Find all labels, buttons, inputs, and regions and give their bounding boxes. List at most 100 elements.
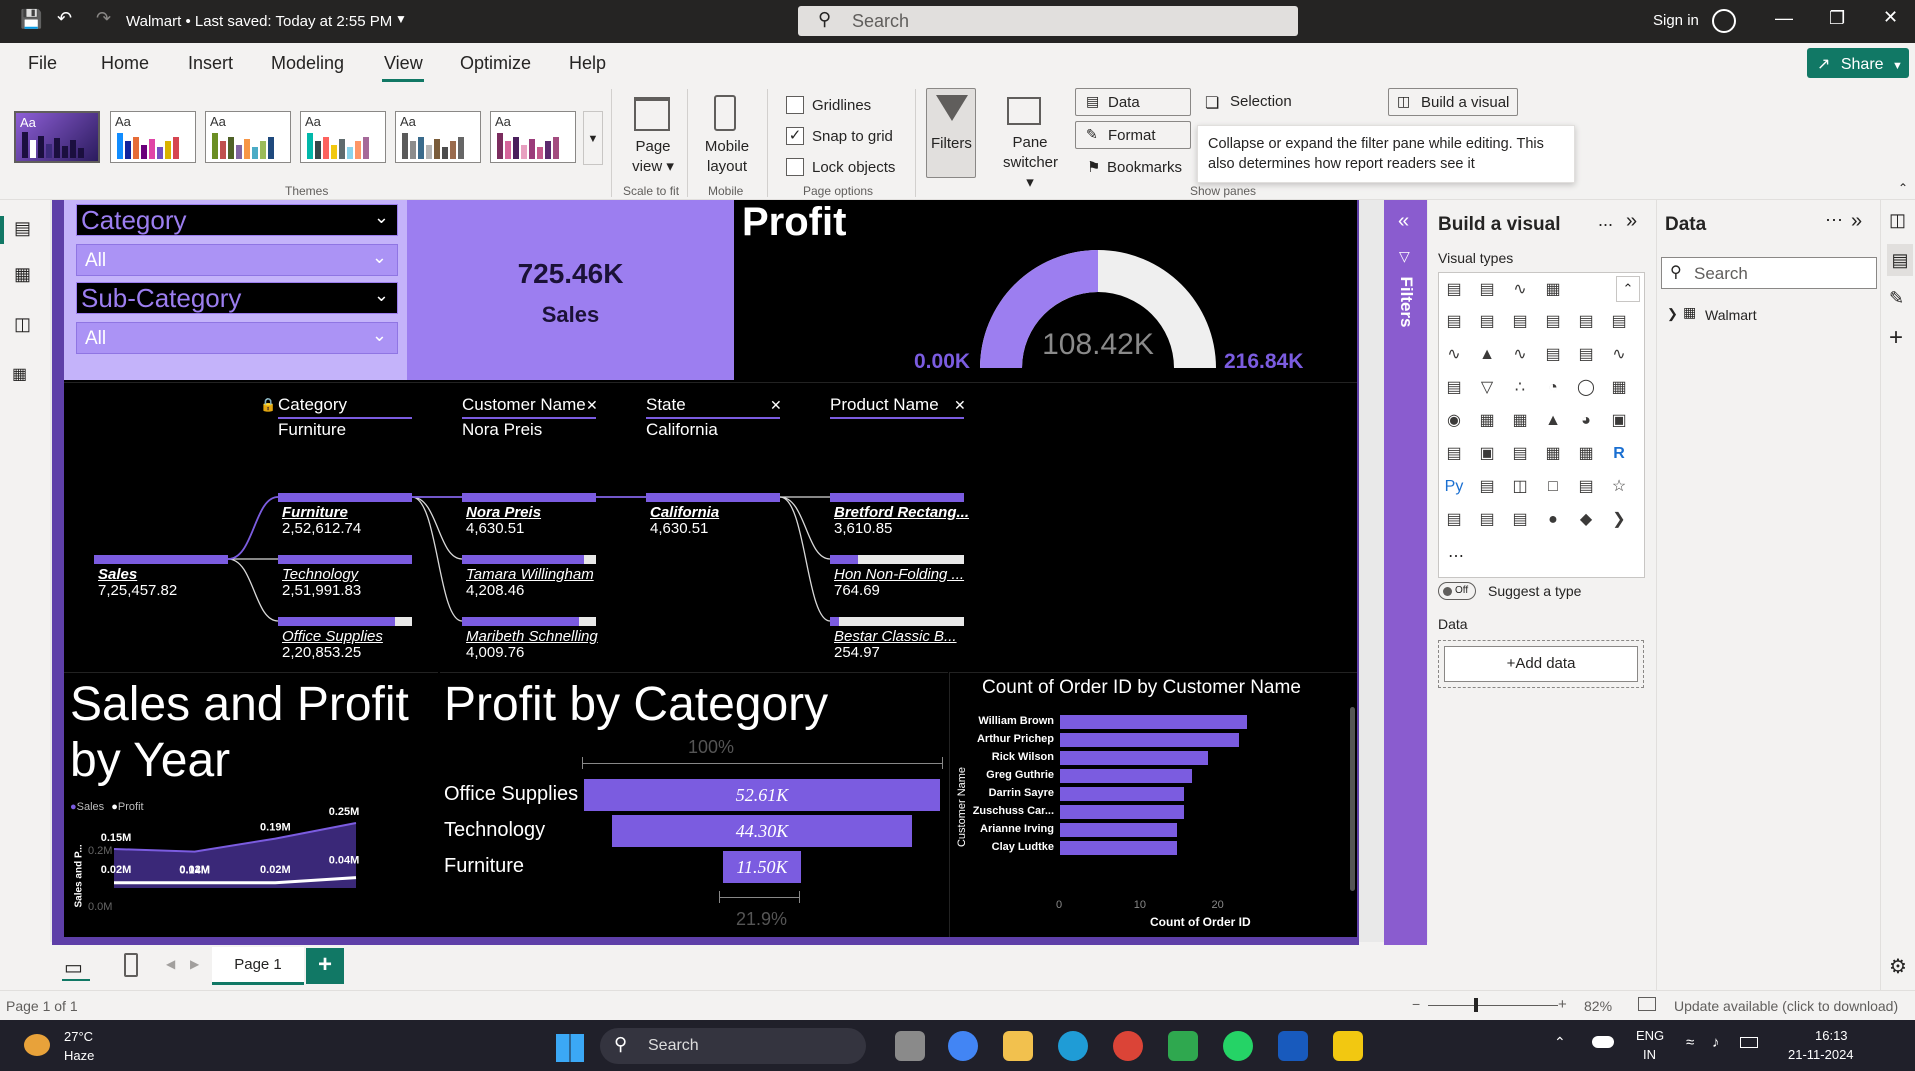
visual-type-icon[interactable]: ▤ — [1574, 310, 1598, 334]
line-icon[interactable]: ∿ — [1508, 278, 1532, 302]
visual-type-icon[interactable]: ▤ — [1442, 376, 1466, 400]
visual-type-icon[interactable]: ▤ — [1442, 442, 1466, 466]
visual-type-icon[interactable]: ▤ — [1541, 343, 1565, 367]
add-data-button[interactable]: +Add data — [1444, 646, 1638, 682]
build-visual-icon[interactable]: ▤ — [1887, 244, 1913, 276]
chrome-remote-icon[interactable] — [948, 1031, 978, 1061]
bar[interactable] — [1060, 733, 1239, 747]
visual-type-icon[interactable]: ▤ — [1607, 310, 1631, 334]
decomposition-tree[interactable]: 🔒 Category Furniture Customer Name ✕ Nor… — [64, 382, 1357, 672]
more-options-icon[interactable]: ... — [1598, 210, 1613, 231]
next-page-icon[interactable]: ▶ — [190, 957, 199, 971]
zoom-in-icon[interactable]: + — [1558, 996, 1567, 1013]
decomp-node[interactable]: California 4,630.51 — [650, 505, 790, 537]
visual-type-icon[interactable]: ▤ — [1442, 310, 1466, 334]
windows-start-icon[interactable] — [556, 1034, 584, 1062]
fit-page-icon[interactable] — [1638, 997, 1656, 1011]
funnel-bar[interactable]: 52.61K — [584, 779, 940, 811]
visual-type-icon[interactable]: ◔ — [1541, 376, 1565, 400]
visual-type-icon[interactable]: ∴ — [1508, 376, 1532, 400]
save-icon[interactable]: 💾 — [20, 9, 42, 30]
maximize-icon[interactable]: ❐ — [1829, 8, 1845, 29]
share-button[interactable]: ↗ Share ▼ — [1807, 48, 1909, 78]
report-view-icon[interactable] — [0, 216, 4, 244]
sign-in-link[interactable]: Sign in — [1653, 12, 1699, 29]
visual-type-icon[interactable]: ▲ — [1541, 409, 1565, 433]
decomp-node[interactable]: Maribeth Schnelling 4,009.76 — [466, 629, 606, 661]
data-pane-icon[interactable]: ◫ — [1889, 210, 1906, 231]
build-visual-button[interactable]: ◫ Build a visual — [1388, 88, 1518, 116]
mobile-layout-button[interactable]: Mobile layout — [700, 137, 754, 177]
profit-by-category-funnel[interactable]: Profit by Category 100% Office Supplies 5… — [440, 672, 948, 937]
visual-type-icon[interactable]: ▤ — [1475, 310, 1499, 334]
funnel-bar[interactable]: 44.30K — [612, 815, 912, 847]
visual-type-icon[interactable]: ◕ — [1574, 409, 1598, 433]
theme-swatch-4[interactable]: Aa — [300, 111, 386, 163]
theme-swatch-2[interactable]: Aa — [110, 111, 196, 163]
themes-expand-icon[interactable]: ▼ — [583, 111, 603, 165]
decomp-node-bar[interactable] — [830, 493, 964, 502]
visual-type-icon[interactable]: □ — [1541, 475, 1565, 499]
model-view-icon[interactable]: ◫ — [14, 314, 31, 335]
decomp-node-bar[interactable] — [462, 617, 579, 626]
visual-type-icon[interactable]: ❯ — [1607, 508, 1631, 532]
bar[interactable] — [1060, 805, 1185, 819]
visual-type-icon[interactable]: ▽ — [1475, 376, 1499, 400]
decomp-node[interactable]: Office Supplies 2,20,853.25 — [282, 629, 422, 661]
visual-type-icon[interactable]: ▲ — [1475, 343, 1499, 367]
bar[interactable] — [1060, 841, 1177, 855]
visual-type-icon[interactable]: ▤ — [1442, 508, 1466, 532]
visual-type-icon[interactable]: ▦ — [1508, 409, 1532, 433]
visual-type-icon[interactable]: ∿ — [1508, 343, 1532, 367]
visual-type-icon[interactable]: ▤ — [1541, 310, 1565, 334]
task-view-icon[interactable] — [895, 1031, 925, 1061]
decomp-node[interactable]: Nora Preis 4,630.51 — [466, 505, 606, 537]
decomp-node[interactable]: Tamara Willingham 4,208.46 — [466, 567, 606, 599]
decomp-node-bar[interactable] — [462, 493, 596, 502]
selection-button[interactable]: Selection — [1230, 93, 1292, 110]
decomp-node[interactable]: Furniture 2,52,612.74 — [282, 505, 422, 537]
collapse-pane-icon[interactable]: » — [1626, 210, 1637, 233]
edge-icon[interactable] — [1058, 1031, 1088, 1061]
chevron-right-icon[interactable]: ❯ — [1667, 306, 1678, 322]
filters-pane-collapsed[interactable]: « ▽ Filters — [1384, 200, 1427, 945]
theme-swatch-1[interactable]: Aa — [14, 111, 100, 163]
table-icon[interactable]: ▦ — [1541, 278, 1565, 302]
table-walmart[interactable]: Walmart — [1705, 307, 1757, 323]
visual-type-icon[interactable]: ▤ — [1508, 508, 1532, 532]
snap-to-grid-checkbox[interactable]: ✓ — [786, 127, 804, 145]
decomp-node-bar[interactable] — [462, 555, 584, 564]
decomp-node-bar[interactable] — [278, 555, 412, 564]
sales-profit-line-chart[interactable]: Sales and Profit by Year ●Sales ●Profit … — [64, 672, 438, 937]
clustered-bar-icon[interactable]: ▤ — [1475, 278, 1499, 302]
visual-type-icon[interactable]: ∿ — [1442, 343, 1466, 367]
battery-icon[interactable] — [1740, 1037, 1758, 1048]
file-title[interactable]: Walmart • Last saved: Today at 2:55 PM — [126, 13, 392, 30]
decomp-node-bar[interactable] — [646, 493, 780, 502]
chrome-icon[interactable] — [1113, 1031, 1143, 1061]
collapse-pane-icon[interactable]: » — [1851, 210, 1862, 233]
lock-objects-checkbox[interactable] — [786, 158, 804, 176]
funnel-bar[interactable]: 11.50K — [723, 851, 801, 883]
redo-icon[interactable]: ↷ — [96, 8, 111, 29]
format-pane-button[interactable]: ✎ Format — [1075, 121, 1191, 149]
more-visuals-icon[interactable]: ⋯ — [1448, 546, 1464, 566]
language-code[interactable]: ENG — [1636, 1028, 1664, 1043]
visual-type-icon[interactable]: ● — [1541, 508, 1565, 532]
menu-file[interactable]: File — [28, 53, 57, 74]
decomp-node-bar[interactable] — [830, 555, 859, 564]
whatsapp-icon[interactable] — [1223, 1031, 1253, 1061]
app-icon[interactable] — [1168, 1031, 1198, 1061]
close-icon[interactable]: ✕ — [1883, 7, 1898, 28]
prev-page-icon[interactable]: ◀ — [166, 957, 175, 971]
collapse-gallery-icon[interactable]: ⌃ — [1616, 276, 1640, 302]
chevron-down-icon[interactable]: ⌄ — [374, 207, 389, 228]
visual-type-icon[interactable]: ▤ — [1574, 343, 1598, 367]
decomp-node[interactable]: Hon Non-Folding ... 764.69 — [834, 567, 974, 599]
bar[interactable] — [1060, 769, 1193, 783]
visual-type-icon[interactable]: ▣ — [1475, 442, 1499, 466]
table-view-icon[interactable]: ▦ — [14, 264, 31, 285]
zoom-out-icon[interactable]: − — [1412, 996, 1420, 1012]
settings-icon[interactable]: ⚙ — [1889, 954, 1907, 979]
word-icon[interactable] — [1278, 1031, 1308, 1061]
